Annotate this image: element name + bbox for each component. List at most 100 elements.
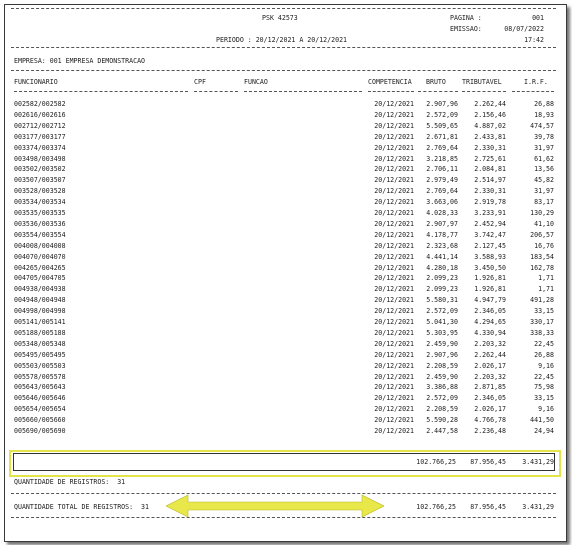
row-funcionario: 004008/004008: [14, 241, 66, 250]
row-tributavel: 4.294,65: [474, 318, 506, 326]
row-irf: 41,10: [534, 219, 554, 228]
total-bruto: 102.766,25: [416, 458, 456, 466]
table-row: 003535/003535 20/12/2021 4.028,33 3.233,91 1…: [0, 209, 572, 219]
row-bruto: 2.099,23: [426, 274, 458, 283]
row-tributavel: 2.203,32: [474, 372, 506, 381]
emissao-value: 08/07/2022: [504, 25, 544, 33]
row-irf: 491,28: [530, 296, 554, 305]
row-irf: 330,17: [530, 318, 554, 326]
row-tributavel: 2.919,78: [474, 198, 506, 207]
row-bruto: 5.590,28: [426, 416, 458, 425]
row-funcionario: 005646/005646: [14, 394, 66, 403]
table-row: 005646/005646 20/12/2021 2.572,09 2.346,05 3…: [0, 394, 572, 404]
quantidade-total-registros: QUANTIDADE TOTAL DE REGISTROS: 31: [14, 503, 149, 511]
row-tributavel: 2.026,17: [474, 405, 506, 414]
table-row: 005690/005690 20/12/2021 2.447,58 2.236,48 2…: [0, 427, 572, 437]
row-funcionario: 003177/003177: [14, 132, 66, 141]
row-funcionario: 003536/003536: [14, 219, 66, 228]
row-tributavel: 2.026,17: [474, 361, 506, 370]
row-irf: 26,88: [534, 350, 554, 359]
total-tributavel: 87.956,45: [470, 458, 506, 466]
row-tributavel: 2.262,44: [474, 350, 506, 359]
row-irf: 474,57: [530, 121, 554, 130]
row-tributavel: 2.346,05: [474, 307, 506, 316]
col-cpf: CPF: [194, 78, 206, 86]
table-row: 002582/002582 20/12/2021 2.907,96 2.262,44 2…: [0, 100, 572, 110]
row-irf: 22,45: [534, 372, 554, 381]
row-tributavel: 3.233,91: [474, 209, 506, 217]
row-irf: 13,56: [534, 165, 554, 174]
row-bruto: 4.178,77: [426, 230, 458, 239]
row-irf: 22,45: [534, 339, 554, 348]
row-tributavel: 2.871,85: [474, 383, 506, 392]
row-tributavel: 2.262,44: [474, 100, 506, 108]
row-funcionario: 002712/002712: [14, 121, 66, 130]
table-row: 005141/005141 20/12/2021 5.041,30 4.294,65 3…: [0, 318, 572, 328]
row-irf: 1,71: [538, 274, 554, 283]
row-funcionario: 005188/005188: [14, 328, 66, 337]
row-tributavel: 2.452,94: [474, 219, 506, 228]
top-dash-line: [11, 8, 556, 9]
grand-total-tributavel: 87.956,45: [470, 503, 506, 511]
table-row: 002616/002616 20/12/2021 2.572,09 2.156,46 1…: [0, 111, 572, 121]
table-row: 003536/003536 20/12/2021 2.907,97 2.452,94 4…: [0, 220, 572, 230]
row-irf: 61,62: [534, 154, 554, 163]
row-irf: 130,29: [530, 209, 554, 217]
table-row: 004070/004070 20/12/2021 4.441,14 3.588,93 1…: [0, 253, 572, 263]
col-funcionario: FUNCIONARIO: [14, 78, 58, 86]
row-irf: 162,78: [530, 263, 554, 272]
row-bruto: 2.572,09: [426, 307, 458, 316]
row-funcionario: 005578/005578: [14, 372, 66, 381]
row-bruto: 2.769,64: [426, 187, 458, 196]
row-irf: 9,16: [538, 361, 554, 370]
row-tributavel: 2.725,61: [474, 154, 506, 163]
row-funcionario: 003534/003534: [14, 198, 66, 207]
row-bruto: 3.218,85: [426, 154, 458, 163]
row-tributavel: 4.947,79: [474, 296, 506, 305]
row-funcionario: 005643/005643: [14, 383, 66, 392]
row-funcionario: 004705/004705: [14, 274, 66, 283]
row-funcionario: 004265/004265: [14, 263, 66, 272]
row-funcionario: 003528/003528: [14, 187, 66, 196]
table-row: 004948/004948 20/12/2021 5.580,31 4.947,79 4…: [0, 296, 572, 306]
row-bruto: 2.706,11: [426, 165, 458, 174]
row-irf: 83,17: [534, 198, 554, 207]
row-tributavel: 3.742,47: [474, 230, 506, 239]
row-bruto: 4.028,33: [426, 209, 458, 217]
row-tributavel: 2.236,48: [474, 427, 506, 435]
col-underline-tributavel: [462, 91, 506, 92]
row-funcionario: 003498/003498: [14, 154, 66, 163]
row-tributavel: 2.084,81: [474, 165, 506, 174]
row-tributavel: 2.203,32: [474, 339, 506, 348]
col-competencia: COMPETENCIA: [368, 78, 412, 86]
row-bruto: 2.572,09: [426, 394, 458, 403]
col-underline-funcionario: [14, 91, 188, 92]
table-row: 003528/003528 20/12/2021 2.769,64 2.330,31 3…: [0, 187, 572, 197]
col-bruto: BRUTO: [426, 78, 446, 86]
row-funcionario: 005141/005141: [14, 318, 66, 326]
row-bruto: 5.509,65: [426, 121, 458, 130]
row-funcionario: 005495/005495: [14, 350, 66, 359]
table-row: 004998/004998 20/12/2021 2.572,09 2.346,05 3…: [0, 307, 572, 317]
total-irf: 3.431,29: [522, 458, 554, 466]
col-tributavel: TRIBUTAVEL: [462, 78, 502, 86]
row-funcionario: 003554/003554: [14, 230, 66, 239]
table-row: 003498/003498 20/12/2021 3.218,85 2.725,61 6…: [0, 155, 572, 165]
row-irf: 338,33: [530, 328, 554, 337]
row-funcionario: 003502/003502: [14, 165, 66, 174]
row-irf: 1,71: [538, 285, 554, 294]
table-row: 005654/005654 20/12/2021 2.208,59 2.026,17 9…: [0, 405, 572, 415]
table-row: 003507/003507 20/12/2021 2.979,49 2.514,97 4…: [0, 176, 572, 186]
row-tributavel: 4.887,02: [474, 121, 506, 130]
row-irf: 75,98: [534, 383, 554, 392]
row-tributavel: 2.433,81: [474, 132, 506, 141]
col-underline-competencia: [368, 91, 414, 92]
double-arrow-icon: [166, 494, 384, 518]
row-funcionario: 004998/004998: [14, 307, 66, 316]
row-bruto: 2.323,68: [426, 241, 458, 250]
row-bruto: 2.099,23: [426, 285, 458, 294]
table-row: 005503/005503 20/12/2021 2.208,59 2.026,17 9…: [0, 362, 572, 372]
quantidade-registros: QUANTIDADE DE REGISTROS: 31: [14, 478, 126, 486]
row-tributavel: 4.766,78: [474, 416, 506, 425]
col-funcao: FUNCAO: [244, 78, 268, 86]
